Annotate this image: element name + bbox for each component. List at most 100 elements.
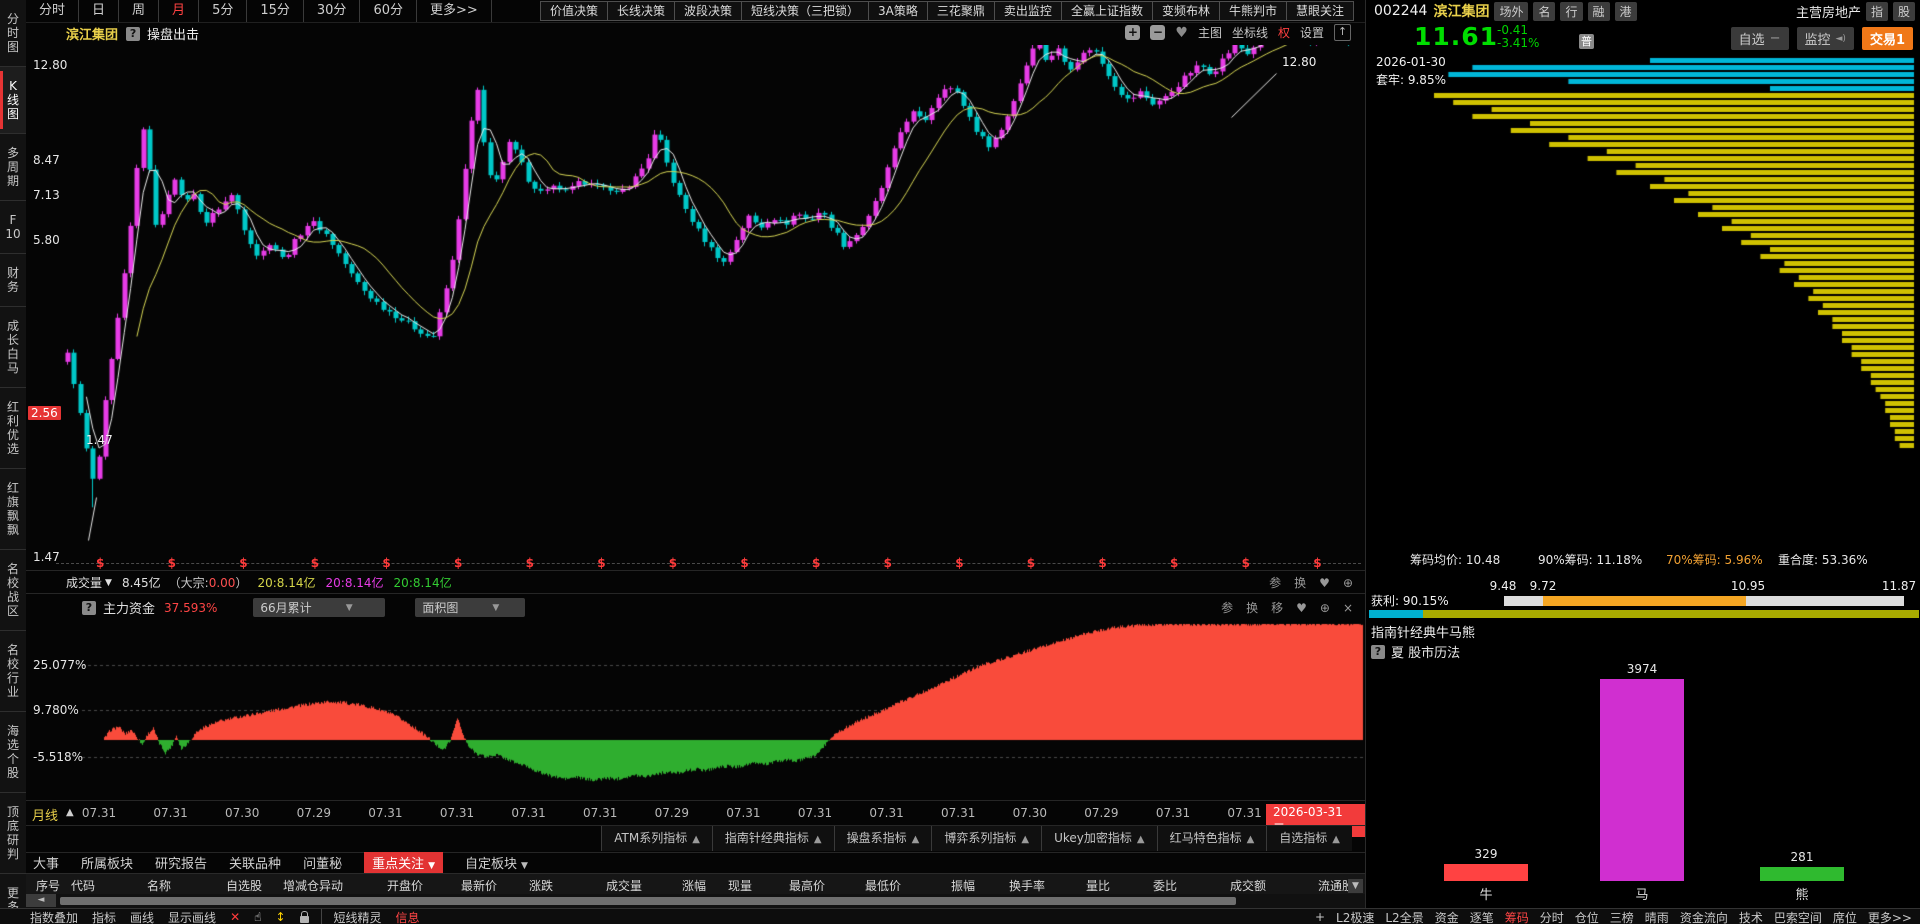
indicator-tab-3[interactable]: 博弈系列指标 ▲ bbox=[931, 826, 1042, 851]
sidebar-item-3[interactable]: F 10 bbox=[0, 201, 26, 254]
period-button-1[interactable]: 日 bbox=[79, 0, 120, 22]
info-tab-2[interactable]: 研究报告 bbox=[155, 853, 207, 872]
period-caret-icon[interactable]: ▲ bbox=[66, 807, 74, 818]
sidebar-item-7[interactable]: 红旗飘飘 bbox=[0, 469, 26, 550]
sidebar-item-4[interactable]: 财务 bbox=[0, 254, 26, 307]
position-tab[interactable]: 仓位 bbox=[1575, 909, 1599, 924]
quote-tag-融[interactable]: 融 bbox=[1587, 1, 1610, 21]
tool-移[interactable]: 移 bbox=[1271, 599, 1283, 616]
strategy-button-7[interactable]: 全赢上证指数 bbox=[1060, 1, 1153, 21]
magnify-icon[interactable]: ⊕ bbox=[1343, 576, 1353, 590]
sidebar-item-0[interactable]: 分时图 bbox=[0, 0, 26, 67]
favorite-icon[interactable]: ♥ bbox=[1319, 576, 1330, 590]
fund-label[interactable]: 主力资金 bbox=[103, 598, 155, 617]
indicator-button[interactable]: 指标 bbox=[92, 909, 116, 924]
indicator-tab-4[interactable]: Ukey加密指标 ▲ bbox=[1041, 826, 1157, 851]
table-header-11[interactable]: 最高价 bbox=[789, 877, 825, 894]
period-button-5[interactable]: 15分 bbox=[247, 0, 304, 22]
table-header-8[interactable]: 成交量 bbox=[606, 877, 642, 894]
tool-参[interactable]: 参 bbox=[1221, 599, 1233, 616]
quote-tag-股[interactable]: 股 bbox=[1892, 1, 1915, 21]
main-fund-chart[interactable]: 25.077% 9.780% -5.518% bbox=[26, 620, 1365, 800]
tick-tab[interactable]: 逐笔 bbox=[1470, 909, 1494, 924]
info-tab-3[interactable]: 关联品种 bbox=[229, 853, 281, 872]
table-header-7[interactable]: 涨跌 bbox=[529, 877, 553, 894]
table-header-6[interactable]: 最新价 bbox=[461, 877, 497, 894]
table-header-12[interactable]: 最低价 bbox=[865, 877, 901, 894]
strategy-button-10[interactable]: 慧眼关注 bbox=[1285, 1, 1354, 21]
sidebar-item-10[interactable]: 海选个股 bbox=[0, 712, 26, 793]
period-button-3[interactable]: 月 bbox=[159, 0, 200, 22]
draw-line-button[interactable]: 画线 bbox=[130, 909, 154, 924]
scroll-down-icon[interactable]: ▼ bbox=[1348, 879, 1363, 893]
period-button-8[interactable]: 更多>> bbox=[417, 0, 492, 22]
sidebar-item-11[interactable]: 顶底研判 bbox=[0, 793, 26, 874]
strategy-button-3[interactable]: 短线决策（三把锁） bbox=[741, 1, 870, 21]
table-hscrollbar[interactable]: ◄ ▼ bbox=[26, 879, 1365, 908]
strategy-button-8[interactable]: 变频布林 bbox=[1151, 1, 1220, 21]
calendar-help-icon[interactable]: ? bbox=[1371, 644, 1385, 659]
volume-caret-icon[interactable]: ▼ bbox=[105, 578, 112, 588]
three-rank-tab[interactable]: 三榜 bbox=[1610, 909, 1634, 924]
indicator-tab-6[interactable]: 自选指标 ▲ bbox=[1266, 826, 1352, 851]
magnify-icon[interactable]: ⊕ bbox=[1320, 601, 1330, 615]
table-header-5[interactable]: 开盘价 bbox=[387, 877, 423, 894]
tool-换[interactable]: 换 bbox=[1294, 574, 1306, 591]
funds-tab[interactable]: 资金 bbox=[1435, 909, 1459, 924]
l2-panorama-tab[interactable]: L2全景 bbox=[1385, 909, 1423, 924]
close-icon[interactable]: × bbox=[1343, 601, 1353, 615]
fund-flow-tab[interactable]: 资金流向 bbox=[1680, 909, 1728, 924]
more-tabs-button[interactable]: 更多>> bbox=[1868, 909, 1912, 924]
period-button-6[interactable]: 30分 bbox=[304, 0, 361, 22]
show-drawings-button[interactable]: 显示画线 bbox=[168, 909, 216, 924]
sidebar-item-6[interactable]: 红利优选 bbox=[0, 388, 26, 469]
quote-tag-行[interactable]: 行 bbox=[1560, 1, 1583, 21]
sidebar-item-1[interactable]: K线图 bbox=[0, 67, 26, 134]
info-tab-0[interactable]: 大事 bbox=[33, 853, 59, 872]
help-icon[interactable]: ? bbox=[126, 26, 141, 41]
sidebar-item-2[interactable]: 多周期 bbox=[0, 134, 26, 201]
quote-tag-场外[interactable]: 场外 bbox=[1494, 1, 1529, 21]
indicator-tab-5[interactable]: 红马特色指标 ▲ bbox=[1156, 826, 1267, 851]
period-button-2[interactable]: 周 bbox=[119, 0, 160, 22]
strategy-button-6[interactable]: 卖出监控 bbox=[993, 1, 1062, 21]
indicator-tab-1[interactable]: 指南针经典指标 ▲ bbox=[711, 826, 834, 851]
table-header-2[interactable]: 名称 bbox=[147, 877, 171, 894]
short-term-wizard-button[interactable]: 短线精灵 bbox=[334, 909, 382, 924]
info-tab-1[interactable]: 所属板块 bbox=[81, 853, 133, 872]
info-button[interactable]: 信息 bbox=[396, 909, 420, 924]
period-button-7[interactable]: 60分 bbox=[360, 0, 417, 22]
delete-drawing-icon[interactable]: ✕ bbox=[230, 910, 240, 924]
trade-button[interactable]: 交易1 bbox=[1861, 27, 1913, 50]
zoom-in-button[interactable]: + bbox=[1125, 25, 1141, 40]
lock-icon[interactable] bbox=[299, 910, 309, 923]
fund-range-select[interactable]: 66月累计 ▼ bbox=[253, 598, 386, 617]
table-header-13[interactable]: 振幅 bbox=[951, 877, 975, 894]
monitor-button[interactable]: 监控 ◄) bbox=[1796, 27, 1854, 50]
hscroll-thumb[interactable] bbox=[60, 897, 1236, 905]
tool-参[interactable]: 参 bbox=[1269, 574, 1281, 591]
table-header-9[interactable]: 涨幅 bbox=[682, 877, 706, 894]
strategy-button-4[interactable]: 3A策略 bbox=[868, 1, 928, 21]
strategy-button-2[interactable]: 波段决策 bbox=[674, 1, 743, 21]
chart-tool-主图[interactable]: 主图 bbox=[1198, 24, 1222, 41]
hand-tool-icon[interactable]: ☝ bbox=[254, 910, 261, 924]
sidebar-item-8[interactable]: 名校战区 bbox=[0, 550, 26, 631]
indicator-tab-0[interactable]: ATM系列指标 ▲ bbox=[601, 826, 712, 851]
collapse-up-icon[interactable]: ↑ bbox=[1334, 24, 1351, 41]
table-header-17[interactable]: 成交额 bbox=[1230, 877, 1266, 894]
weather-tab[interactable]: 晴雨 bbox=[1645, 909, 1669, 924]
strategy-button-5[interactable]: 三花聚鼎 bbox=[926, 1, 995, 21]
intraday-tab[interactable]: 分时 bbox=[1540, 909, 1564, 924]
zoom-out-button[interactable]: − bbox=[1150, 25, 1166, 40]
table-header-3[interactable]: 自选股 bbox=[226, 877, 262, 894]
tool-换[interactable]: 换 bbox=[1246, 599, 1258, 616]
table-header-0[interactable]: 序号 bbox=[36, 877, 60, 894]
chart-tool-设置[interactable]: 设置 bbox=[1300, 24, 1324, 41]
sidebar-item-5[interactable]: 成长白马 bbox=[0, 307, 26, 388]
add-panel-button[interactable]: + bbox=[1315, 910, 1325, 924]
period-button-0[interactable]: 分时 bbox=[26, 0, 80, 22]
table-header-15[interactable]: 量比 bbox=[1086, 877, 1110, 894]
basuo-space-tab[interactable]: 巴索空间 bbox=[1774, 909, 1822, 924]
favorite-icon[interactable]: ♥ bbox=[1296, 601, 1307, 615]
